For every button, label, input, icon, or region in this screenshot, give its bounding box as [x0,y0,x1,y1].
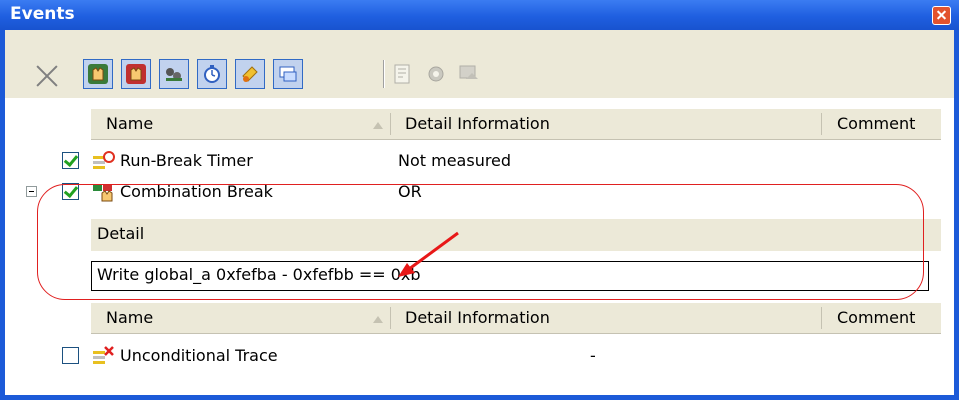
watch-button[interactable] [273,59,303,89]
trace-icon [164,64,184,84]
unconditional-trace-icon [93,346,114,364]
event-row[interactable]: Unconditional Trace - [5,341,954,371]
collapse-icon[interactable] [26,186,37,197]
filter-icon[interactable] [458,63,480,85]
column-header: Name Detail Information Comment [91,109,941,140]
point-trace-icon [240,64,260,84]
column-separator[interactable] [821,307,822,329]
settings-icon[interactable] [425,63,447,85]
event-row[interactable]: Run-Break Timer Not measured [5,146,954,176]
edit-icon[interactable] [392,63,414,85]
hardware-break-button[interactable] [83,59,113,89]
run-break-timer-icon [93,151,115,169]
toolbar-separator [383,60,385,88]
column-comment[interactable]: Comment [837,308,915,327]
watch-icon [278,64,298,84]
software-break-button[interactable] [121,59,151,89]
timer-icon [202,64,222,84]
trace-button[interactable] [159,59,189,89]
hardware-break-icon [88,64,108,84]
delete-icon[interactable] [33,62,61,90]
event-checkbox[interactable] [62,347,79,364]
column-separator[interactable] [390,113,391,135]
point-trace-button[interactable] [235,59,265,89]
timer-button[interactable] [197,59,227,89]
event-name: Run-Break Timer [120,151,253,170]
detail-header: Detail [91,219,941,251]
title-bar: Events [0,0,959,30]
column-separator[interactable] [821,113,822,135]
column-name[interactable]: Name [106,308,153,327]
column-detail-information[interactable]: Detail Information [405,308,550,327]
software-break-icon [126,64,146,84]
sort-indicator-icon [373,316,383,323]
sort-indicator-icon [373,122,383,129]
event-row[interactable]: Combination Break OR [5,177,954,207]
column-detail-information[interactable]: Detail Information [405,114,550,133]
event-detail: - [590,346,596,365]
combination-break-icon [93,184,113,202]
event-checkbox[interactable] [62,152,79,169]
detail-value-field[interactable]: Write global_a 0xfefba - 0xfefbb == 0xb [91,261,929,291]
event-detail: Not measured [398,151,512,170]
detail-value: Write global_a 0xfefba - 0xfefbb == 0xb [97,265,421,284]
event-name: Unconditional Trace [120,346,278,365]
column-header: Name Detail Information Comment [91,303,941,334]
column-separator[interactable] [390,307,391,329]
event-name: Combination Break [120,182,273,201]
events-panel: Name Detail Information Comment Run-Brea… [5,98,954,395]
column-comment[interactable]: Comment [837,114,915,133]
detail-header-label: Detail [97,224,145,243]
column-name[interactable]: Name [106,114,153,133]
event-checkbox[interactable] [62,183,79,200]
close-button[interactable] [932,6,951,25]
toolbar [5,30,954,98]
event-detail: OR [398,182,422,201]
events-window: Events Name Detail Information Comment R… [0,0,959,400]
window-title: Events [10,4,75,24]
